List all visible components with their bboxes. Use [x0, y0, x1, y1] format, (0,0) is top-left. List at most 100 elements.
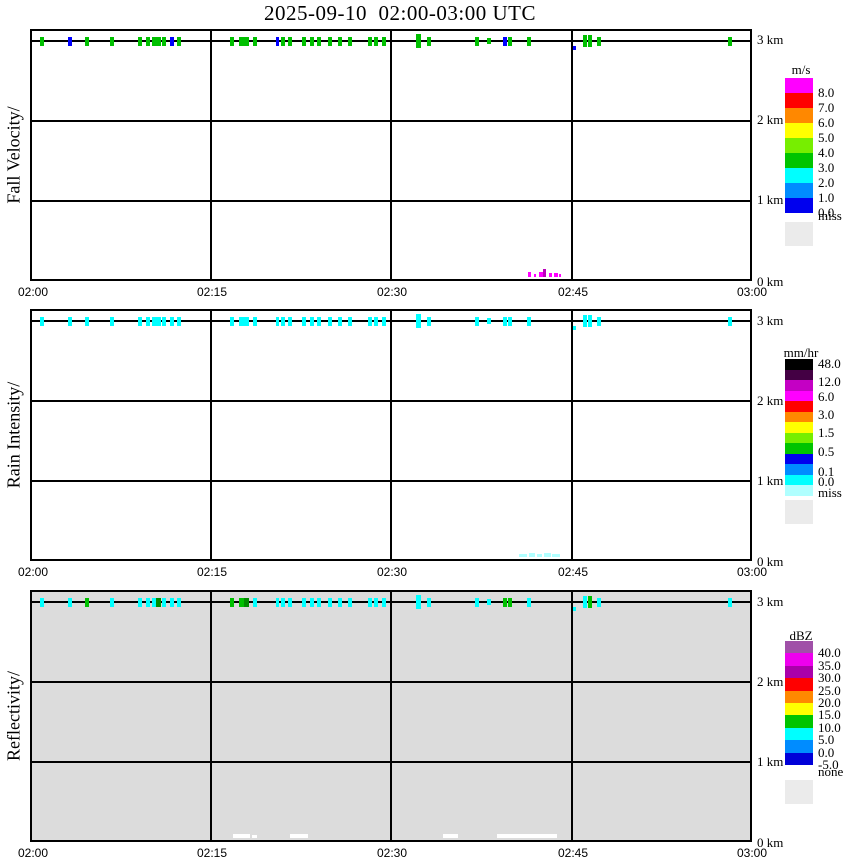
echo-mark [85, 36, 89, 46]
echo-mark [573, 607, 576, 611]
echo-mark [368, 316, 372, 326]
echo-mark [368, 36, 372, 46]
figure-root: 2025-09-10 02:00-03:00 UTC Fall Velocity… [0, 0, 850, 868]
echo-mark [588, 596, 592, 608]
surface-echo-mark [529, 553, 535, 557]
colorbar-tick-label: 3.0 [818, 407, 835, 422]
echo-mark [288, 316, 292, 326]
surface-echo-mark [549, 273, 552, 277]
echo-mark [170, 597, 174, 607]
echo-mark [728, 36, 732, 46]
colorbar-tick-label: 6.0 [818, 115, 835, 130]
v-gridline [571, 31, 573, 279]
colorbar-band [785, 168, 813, 183]
colorbar-band [785, 474, 813, 485]
echo-mark [162, 316, 166, 326]
time-tick-label: 02:15 [196, 846, 228, 860]
echo-mark [597, 597, 601, 607]
time-tick-label: 02:15 [196, 285, 228, 299]
v-gridline [571, 592, 573, 840]
echo-mark [508, 36, 512, 46]
echo-mark [310, 36, 314, 46]
time-tick-label: 02:00 [17, 565, 49, 579]
echo-mark [244, 36, 249, 46]
echo-mark [588, 315, 592, 327]
v-gridline [390, 31, 392, 279]
colorbar-band [785, 641, 813, 654]
echo-mark [338, 316, 342, 326]
echo-mark [310, 597, 314, 607]
echo-mark [475, 36, 479, 46]
echo-mark [503, 597, 507, 607]
echo-mark [317, 36, 321, 46]
echo-mark [374, 316, 378, 326]
echo-mark [110, 316, 114, 326]
echo-mark [146, 316, 150, 326]
echo-mark [276, 597, 279, 607]
echo-mark [162, 597, 166, 607]
height-label: 3 km [757, 313, 784, 328]
echo-mark [40, 36, 44, 46]
echo-mark [508, 316, 512, 326]
y-axis-label-fall-velocity: Fall Velocity/ [3, 106, 24, 204]
colorbar-band [785, 432, 813, 443]
colorbar-band [785, 464, 813, 475]
v-gridline [210, 31, 212, 279]
echo-mark [276, 316, 279, 326]
echo-mark [348, 597, 352, 607]
colorbar-tick-label: 7.0 [818, 100, 835, 115]
echo-mark [110, 36, 114, 46]
echo-mark [317, 597, 321, 607]
colorbar-band [785, 443, 813, 454]
echo-mark [170, 36, 174, 46]
colorbar-missing-swatch [785, 780, 813, 804]
echo-mark [588, 35, 592, 47]
colorbar-band [785, 123, 813, 138]
echo-mark [508, 597, 512, 607]
colorbar-band [785, 665, 813, 679]
colorbar-band [785, 390, 813, 401]
colorbar-tick-label: 0.5 [818, 444, 835, 459]
echo-mark [317, 316, 321, 326]
colorbar-band [785, 422, 813, 433]
echo-mark [253, 597, 257, 607]
surface-echo-mark [552, 554, 560, 557]
echo-mark [487, 38, 491, 44]
echo-mark [156, 36, 161, 46]
time-tick-label: 02:30 [376, 846, 408, 860]
v-gridline [390, 592, 392, 840]
plot-area-rain-intensity [30, 309, 752, 561]
echo-mark [475, 597, 479, 607]
time-tick-label: 02:30 [376, 565, 408, 579]
echo-mark [281, 36, 285, 46]
echo-mark [338, 36, 342, 46]
time-tick-label: 03:00 [736, 285, 768, 299]
surface-echo-mark [290, 834, 308, 838]
colorbar-band [785, 78, 813, 93]
echo-mark [156, 316, 161, 326]
colorbar-missing-swatch [785, 222, 813, 246]
time-tick-label: 03:00 [736, 565, 768, 579]
colorbar-band [785, 703, 813, 716]
time-tick-label: 03:00 [736, 846, 768, 860]
echo-mark [85, 597, 89, 607]
colorbar-band [785, 153, 813, 168]
echo-mark [230, 597, 234, 607]
colorbar-band [785, 715, 813, 728]
colorbar-band [785, 411, 813, 422]
echo-mark [487, 318, 491, 324]
echo-mark [328, 316, 332, 326]
surface-echo-mark [443, 834, 458, 838]
time-tick-label: 02:00 [17, 285, 49, 299]
echo-mark [503, 316, 507, 326]
v-gridline [210, 311, 212, 559]
echo-mark [302, 597, 306, 607]
surface-echo-mark [519, 554, 527, 557]
colorbar-band [785, 401, 813, 412]
time-tick-label: 02:15 [196, 565, 228, 579]
colorbar-tick-label: 12.0 [818, 374, 841, 389]
echo-mark [177, 597, 181, 607]
surface-echo-mark [497, 834, 557, 838]
echo-mark [348, 36, 352, 46]
echo-mark [416, 34, 421, 48]
